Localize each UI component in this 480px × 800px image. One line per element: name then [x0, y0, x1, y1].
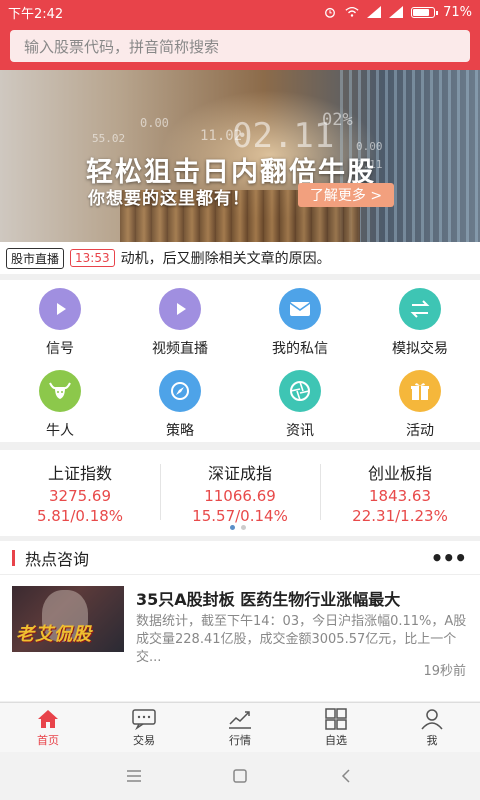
index-name: 上证指数 — [47, 464, 112, 483]
market-indices[interactable]: 上证指数 3275.69 5.81/0.18% 深证成指 11066.69 15… — [0, 450, 480, 536]
menu-item-news[interactable]: 资讯 — [240, 362, 360, 442]
status-time: 下午2:42 — [8, 6, 64, 22]
index-change: 5.81/0.18% — [36, 507, 124, 525]
aperture-icon — [279, 370, 321, 412]
index-change: 22.31/1.23% — [352, 507, 448, 525]
user-icon — [421, 708, 443, 729]
news-title: 35只A股封板 医药生物行业涨幅最大 — [136, 590, 401, 609]
index-change: 15.57/0.14% — [192, 507, 288, 525]
news-time: 19秒前 — [423, 664, 466, 679]
feature-menu: 信号 视频直播 我的私信 模拟交易 牛人 策略 资讯 活动 — [0, 280, 480, 442]
tab-label: 交易 — [133, 733, 155, 747]
grid-icon — [325, 707, 347, 730]
tab-home[interactable]: 首页 — [0, 703, 96, 752]
more-icon[interactable]: ••• — [431, 546, 467, 570]
menu-item-experts[interactable]: 牛人 — [0, 362, 120, 442]
menu-label: 资讯 — [286, 423, 314, 439]
menu-label: 信号 — [46, 341, 74, 357]
news-description: 数据统计，截至下午14：03，今日沪指涨幅0.11%，A股成交量228.41亿股… — [136, 614, 467, 665]
menu-item-messages[interactable]: 我的私信 — [240, 280, 360, 360]
news-ticker[interactable]: 股市直播 13:53 动机，后又删除相关文章的原因。 — [0, 242, 480, 274]
news-header: 热点咨询 ••• — [0, 541, 480, 575]
status-icons: 71% — [323, 5, 472, 20]
menu-label: 牛人 — [46, 423, 74, 439]
index-shenzhen[interactable]: 深证成指 11066.69 15.57/0.14% — [160, 460, 320, 525]
menu-label: 策略 — [166, 423, 194, 439]
home-icon — [38, 709, 58, 728]
thumbnail-text: 老艾侃股 — [16, 624, 92, 645]
index-name: 深证成指 — [207, 464, 272, 483]
tab-watchlist[interactable]: 自选 — [288, 703, 384, 752]
search-placeholder: 输入股票代码，拼音简称搜索 — [24, 37, 220, 56]
mail-icon — [279, 288, 321, 330]
tab-me[interactable]: 我 — [384, 703, 480, 752]
battery-icon — [411, 6, 439, 18]
tab-label: 首页 — [37, 733, 59, 747]
tab-label: 行情 — [229, 733, 251, 747]
app-root: 下午2:42 71% 输入股票代码，拼音简称搜索 55.02 11.02 02.… — [0, 0, 480, 800]
chat-icon — [132, 708, 156, 730]
section-title: 热点咨询 — [25, 549, 90, 569]
alarm-icon — [325, 7, 336, 18]
back-nav-icon[interactable] — [337, 767, 355, 785]
banner-bg-number: 0.00 — [140, 116, 169, 130]
index-chinext[interactable]: 创业板指 1843.63 22.31/1.23% — [320, 460, 480, 525]
banner-subtitle: 你想要的这里都有！ — [88, 189, 250, 209]
header: 输入股票代码，拼音简称搜索 — [0, 24, 480, 70]
section-accent-bar — [12, 549, 15, 566]
menu-item-video-live[interactable]: 视频直播 — [120, 280, 240, 360]
ticker-text: 动机，后又删除相关文章的原因。 — [120, 251, 331, 267]
news-header-left: 热点咨询 — [12, 546, 89, 570]
tab-label: 自选 — [325, 733, 347, 747]
tab-trade[interactable]: 交易 — [96, 703, 192, 752]
live-tag: 股市直播 — [6, 247, 65, 269]
tab-label: 我 — [426, 733, 438, 747]
page-dot — [230, 525, 235, 530]
ticker-time: 13:53 — [70, 249, 115, 267]
menu-label: 活动 — [406, 423, 434, 439]
signal-strength-icon-2 — [389, 6, 404, 18]
page-indicator — [230, 525, 246, 530]
compass-icon — [159, 370, 201, 412]
menu-nav-icon[interactable] — [125, 767, 143, 785]
gift-icon — [399, 370, 441, 412]
search-input[interactable]: 输入股票代码，拼音简称搜索 — [10, 30, 470, 62]
index-value: 1843.63 — [368, 487, 432, 505]
menu-item-signal[interactable]: 信号 — [0, 280, 120, 360]
banner-bg-number: 02% — [322, 110, 353, 130]
battery-fill — [413, 8, 429, 16]
play-icon — [159, 288, 201, 330]
index-value: 11066.69 — [204, 487, 276, 505]
index-value: 3275.69 — [48, 487, 112, 505]
learn-more-button[interactable]: 了解更多 > — [298, 183, 394, 207]
exchange-icon — [399, 288, 441, 330]
page-dot — [241, 525, 246, 530]
battery-percent: 71% — [443, 4, 472, 20]
signal-icon — [39, 288, 81, 330]
news-thumbnail: 老艾侃股 — [12, 586, 124, 652]
index-shanghai[interactable]: 上证指数 3275.69 5.81/0.18% — [0, 460, 160, 525]
menu-item-strategy[interactable]: 策略 — [120, 362, 240, 442]
menu-label: 视频直播 — [152, 341, 208, 357]
index-name: 创业板指 — [367, 464, 432, 483]
menu-item-sim-trade[interactable]: 模拟交易 — [360, 280, 480, 360]
bottom-tab-bar: 首页 交易 行情 自选 我 — [0, 702, 480, 752]
chart-icon — [229, 710, 251, 729]
menu-label: 我的私信 — [272, 341, 328, 357]
menu-label: 模拟交易 — [392, 341, 448, 357]
banner-bg-number: 55.02 — [92, 132, 126, 145]
bull-icon — [39, 370, 81, 412]
menu-item-activity[interactable]: 活动 — [360, 362, 480, 442]
status-bar: 下午2:42 71% — [0, 0, 480, 24]
system-nav-bar — [0, 752, 480, 800]
tab-market[interactable]: 行情 — [192, 703, 288, 752]
wifi-icon — [345, 6, 359, 17]
home-nav-icon[interactable] — [231, 767, 249, 785]
signal-strength-icon — [367, 6, 382, 18]
hot-news-section: 热点咨询 ••• 老艾侃股 35只A股封板 医药生物行业涨幅最大 数据统计，截至… — [0, 541, 480, 701]
promo-banner[interactable]: 55.02 11.02 02.11 02% 0.00 0.11 0.00 轻松狙… — [0, 70, 480, 242]
